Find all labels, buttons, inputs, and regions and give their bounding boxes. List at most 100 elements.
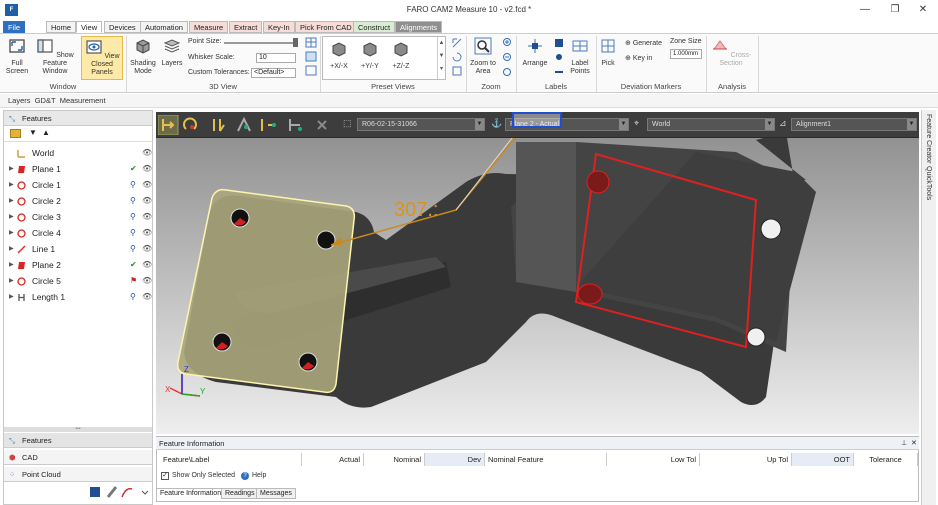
generate-button[interactable]: ⊕ Generate bbox=[625, 39, 662, 47]
breadcrumb-layers[interactable]: Layers bbox=[8, 96, 31, 105]
feature-label-highlight[interactable] bbox=[512, 112, 562, 128]
tree-item-line-1[interactable]: ▶ Line 1 ⚲ 👁 bbox=[4, 241, 152, 257]
close-panel-icon[interactable]: ✕ bbox=[911, 437, 917, 450]
collapse-all-icon[interactable]: ▼ bbox=[29, 128, 37, 137]
preset-view-y-button[interactable]: +Y/-Y bbox=[356, 40, 384, 71]
expand-arrow-icon[interactable]: ▶ bbox=[9, 225, 14, 241]
cross-section-button[interactable]: Cross-Section bbox=[708, 37, 754, 68]
point-size-slider[interactable] bbox=[224, 42, 298, 44]
expand-arrow-icon[interactable]: ▶ bbox=[9, 177, 14, 193]
folder-icon[interactable] bbox=[10, 129, 21, 138]
feature-creator-tab[interactable]: Feature Creator bbox=[925, 114, 932, 163]
visibility-eye-icon[interactable]: 👁 bbox=[142, 177, 152, 193]
view-grid-icons[interactable] bbox=[305, 37, 319, 79]
part-select[interactable]: R06-02-15-31066 ▼ bbox=[357, 118, 485, 131]
custom-tolerances-select[interactable]: <Default> bbox=[251, 68, 296, 78]
pick-button[interactable]: Pick bbox=[597, 37, 619, 68]
show-only-selected-checkbox[interactable]: ✓ bbox=[161, 472, 169, 480]
tab-measure[interactable]: Measure bbox=[189, 21, 229, 33]
label-tool-icons[interactable] bbox=[553, 37, 565, 79]
hole-right-bottom[interactable] bbox=[746, 327, 766, 347]
tree-item-circle-1[interactable]: ▶ Circle 1 ⚲ 👁 bbox=[4, 177, 152, 193]
tab-construct[interactable]: Construct bbox=[353, 21, 396, 33]
close-button[interactable]: ✕ bbox=[908, 0, 938, 20]
panel-splitter[interactable]: ••• bbox=[4, 427, 152, 432]
tree-item-circle-3[interactable]: ▶ Circle 3 ⚲ 👁 bbox=[4, 209, 152, 225]
help-icon[interactable]: ? bbox=[241, 472, 249, 480]
zoom-in-out-icons[interactable] bbox=[502, 37, 514, 79]
zoom-to-area-button[interactable]: Zoom to Area bbox=[468, 37, 498, 76]
full-screen-button[interactable]: Full Screen bbox=[4, 37, 30, 76]
minimize-button[interactable]: — bbox=[850, 0, 880, 20]
visibility-eye-icon[interactable]: 👁 bbox=[142, 257, 152, 273]
viewport-tool-icons[interactable] bbox=[158, 115, 338, 135]
column-header-up-tol[interactable]: Up Tol bbox=[700, 453, 792, 466]
help-link[interactable]: Help bbox=[252, 472, 266, 479]
column-header-tolerance[interactable]: Tolerance bbox=[854, 453, 918, 466]
rotate-view-icons[interactable] bbox=[451, 37, 463, 79]
length-value-label[interactable]: 307.: bbox=[394, 199, 438, 221]
column-header-nominal[interactable]: Nominal bbox=[364, 453, 425, 466]
show-feature-window-button[interactable]: Show Feature Window bbox=[32, 37, 78, 76]
shading-mode-button[interactable]: Shading Mode bbox=[128, 37, 158, 76]
alignment-select[interactable]: Alignment1 ▼ bbox=[791, 118, 917, 131]
bottom-tab-point-cloud[interactable]: ⁘ Point Cloud bbox=[4, 467, 152, 482]
key-in-button[interactable]: ⊕ Key in bbox=[625, 54, 652, 62]
panel-footer-icons[interactable] bbox=[88, 485, 150, 499]
hole-right-top[interactable] bbox=[760, 218, 782, 240]
expand-arrow-icon[interactable]: ▶ bbox=[9, 289, 14, 305]
zone-size-input[interactable]: 1.000mm bbox=[670, 49, 702, 59]
preset-views-scroll[interactable]: ▲ ▼ ▾ bbox=[437, 37, 445, 79]
tab-readings[interactable]: Readings bbox=[221, 488, 259, 499]
tree-item-plane-2[interactable]: ▶ Plane 2 ✔ 👁 bbox=[4, 257, 152, 273]
3d-viewport[interactable]: 307.: X Y Z bbox=[156, 112, 919, 434]
column-header-actual[interactable]: Actual bbox=[302, 453, 364, 466]
tree-item-circle-2[interactable]: ▶ Circle 2 ⚲ 👁 bbox=[4, 193, 152, 209]
tab-automation[interactable]: Automation bbox=[140, 21, 188, 33]
tree-item-circle-5[interactable]: ▶ Circle 5 ⚑ 👁 bbox=[4, 273, 152, 289]
tree-item-plane-1[interactable]: ▶ Plane 1 ✔ 👁 bbox=[4, 161, 152, 177]
tree-item-length-1[interactable]: ▶ Length 1 ⚲ 👁 bbox=[4, 289, 152, 305]
column-header-low-tol[interactable]: Low Tol bbox=[607, 453, 700, 466]
visibility-eye-icon[interactable]: 👁 bbox=[142, 193, 152, 209]
visibility-eye-icon[interactable]: 👁 bbox=[142, 225, 152, 241]
column-header-oot[interactable]: OOT bbox=[792, 453, 854, 466]
red-slot[interactable] bbox=[577, 283, 603, 305]
quicktools-tab[interactable]: QuickTools bbox=[925, 166, 932, 200]
expand-arrow-icon[interactable]: ▶ bbox=[9, 161, 14, 177]
tab-home[interactable]: Home bbox=[46, 21, 77, 33]
expand-arrow-icon[interactable]: ▶ bbox=[9, 273, 14, 289]
expand-arrow-icon[interactable]: ▶ bbox=[9, 193, 14, 209]
bottom-tab-cad[interactable]: ⬢ CAD bbox=[4, 450, 152, 465]
preset-view-x-button[interactable]: +X/-X bbox=[325, 40, 353, 71]
breadcrumb-gdt[interactable]: GD&T bbox=[35, 96, 56, 105]
pin-panel-icon[interactable]: ⊥ bbox=[901, 437, 907, 450]
maximize-button[interactable]: ❐ bbox=[880, 0, 910, 20]
hole-circle-2[interactable] bbox=[316, 230, 336, 250]
visibility-eye-icon[interactable]: 👁 bbox=[142, 289, 152, 305]
tab-alignments[interactable]: Alignments bbox=[395, 21, 443, 33]
column-header-nominal-feature[interactable]: Nominal Feature bbox=[485, 453, 607, 466]
expand-arrow-icon[interactable]: ▶ bbox=[9, 241, 14, 257]
visibility-eye-icon[interactable]: 👁 bbox=[142, 241, 152, 257]
tree-item-circle-4[interactable]: ▶ Circle 4 ⚲ 👁 bbox=[4, 225, 152, 241]
tab-file[interactable]: File bbox=[3, 21, 26, 33]
coordinate-system-select[interactable]: World ▼ bbox=[647, 118, 775, 131]
point-size-slider-thumb[interactable] bbox=[293, 38, 298, 47]
bottom-tab-features[interactable]: ⤡ Features bbox=[4, 433, 152, 448]
expand-all-icon[interactable]: ▲ bbox=[42, 128, 50, 137]
tab-messages[interactable]: Messages bbox=[256, 488, 296, 499]
layers-button[interactable]: Layers bbox=[160, 37, 184, 68]
tab-pick-from-cad[interactable]: Pick From CAD bbox=[295, 21, 357, 33]
expand-arrow-icon[interactable]: ▶ bbox=[9, 257, 14, 273]
tab-feature-information[interactable]: Feature Information bbox=[156, 488, 226, 499]
label-points-button[interactable]: Label Points bbox=[566, 37, 594, 76]
preset-view-z-button[interactable]: +Z/-Z bbox=[387, 40, 415, 71]
arrange-button[interactable]: Arrange bbox=[518, 37, 552, 68]
visibility-eye-icon[interactable]: 👁 bbox=[142, 209, 152, 225]
expand-arrow-icon[interactable]: ▶ bbox=[9, 209, 14, 225]
view-closed-panels-button[interactable]: View Closed Panels bbox=[81, 36, 123, 80]
column-header-feature-label[interactable]: Feature\Label bbox=[160, 453, 302, 466]
visibility-eye-icon[interactable]: 👁 bbox=[142, 161, 152, 177]
whisker-scale-input[interactable]: 10 bbox=[256, 53, 296, 63]
